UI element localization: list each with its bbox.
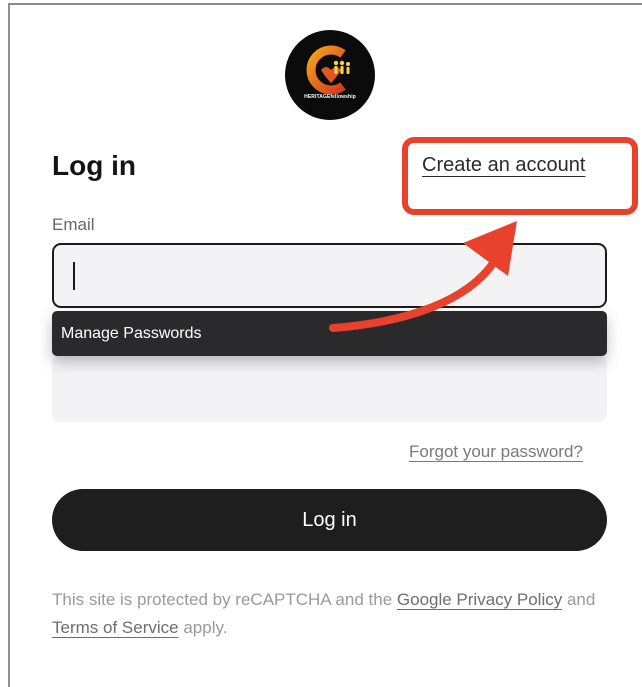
- terms-of-service-link[interactable]: Terms of Service: [52, 618, 179, 637]
- logo-graphic: [306, 45, 350, 95]
- heritage-fellowship-logo[interactable]: HERITAGEfellowship: [285, 30, 375, 120]
- manage-passwords-option[interactable]: Manage Passwords: [61, 325, 202, 343]
- password-field[interactable]: [52, 355, 607, 422]
- forgot-password-link[interactable]: Forgot your password?: [409, 442, 583, 462]
- annotation-highlight-box: [402, 137, 638, 215]
- google-privacy-policy-link[interactable]: Google Privacy Policy: [397, 590, 562, 609]
- legal-prefix: This site is protected by reCAPTCHA and …: [52, 590, 393, 609]
- email-label: Email: [52, 215, 95, 234]
- legal-suffix: apply.: [183, 618, 228, 637]
- recaptcha-notice: This site is protected by reCAPTCHA and …: [52, 586, 612, 642]
- legal-and: and: [566, 590, 596, 609]
- login-button[interactable]: Log in: [52, 489, 607, 551]
- email-field[interactable]: [52, 243, 607, 308]
- logo-text: HERITAGEfellowship: [304, 94, 356, 100]
- autofill-dropdown[interactable]: Manage Passwords: [52, 311, 607, 356]
- text-caret: [73, 262, 75, 290]
- page-title: Log in: [52, 150, 136, 181]
